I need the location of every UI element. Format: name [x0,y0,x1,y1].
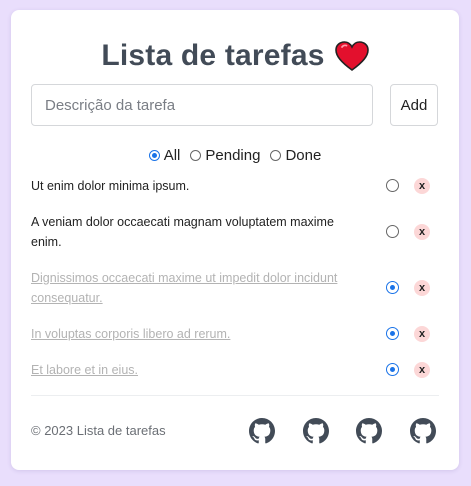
footer-divider [31,395,439,396]
list-item: Dignissimos occaecati maxime ut impedit … [31,268,439,308]
list-item: A veniam dolor occaecati magnam voluptat… [31,212,439,252]
task-status-toggle[interactable] [386,225,399,243]
delete-task-button[interactable]: x [414,326,430,342]
task-status-toggle[interactable] [386,179,399,197]
github-icon[interactable] [356,418,382,444]
delete-task-button[interactable]: x [414,280,430,296]
page-title: Lista de tarefas [11,39,459,73]
filter-done[interactable]: Done [270,147,321,164]
filter-all-radio[interactable] [148,150,160,161]
filter-pending-radio[interactable] [190,150,202,161]
filter-pending-label: Pending [205,147,261,164]
task-text: Et labore et in eius. [31,363,139,377]
list-item: Ut enim dolor minima ipsum. x [31,176,439,196]
add-task-button[interactable]: Add [390,84,438,126]
task-text: A veniam dolor occaecati magnam voluptat… [31,215,334,249]
list-item: In voluptas corporis libero ad rerum. x [31,324,439,344]
delete-task-button[interactable]: x [414,178,430,194]
todo-card: Lista de tarefas Add All Pending Done Ut… [11,10,459,470]
filter-group: All Pending Done [11,147,459,164]
task-status-toggle[interactable] [386,363,399,381]
task-status-toggle[interactable] [386,281,399,299]
delete-task-button[interactable]: x [414,224,430,240]
github-icon[interactable] [410,418,436,444]
list-item: Et labore et in eius. x [31,360,439,380]
delete-task-button[interactable]: x [414,362,430,378]
title-text: Lista de tarefas [101,39,325,72]
copyright-text: © 2023 Lista de tarefas [31,423,166,438]
github-icon[interactable] [249,418,275,444]
task-description-input[interactable] [31,84,373,126]
filter-done-label: Done [285,147,322,164]
github-icon[interactable] [303,418,329,444]
filter-all[interactable]: All [148,147,181,164]
filter-pending[interactable]: Pending [190,147,260,164]
task-status-toggle[interactable] [386,327,399,345]
task-text: In voluptas corporis libero ad rerum. [31,327,231,341]
task-text: Ut enim dolor minima ipsum. [31,179,190,193]
filter-done-radio[interactable] [270,150,282,161]
task-text: Dignissimos occaecati maxime ut impedit … [31,271,338,305]
heart-icon [334,41,369,71]
filter-all-label: All [163,147,181,164]
